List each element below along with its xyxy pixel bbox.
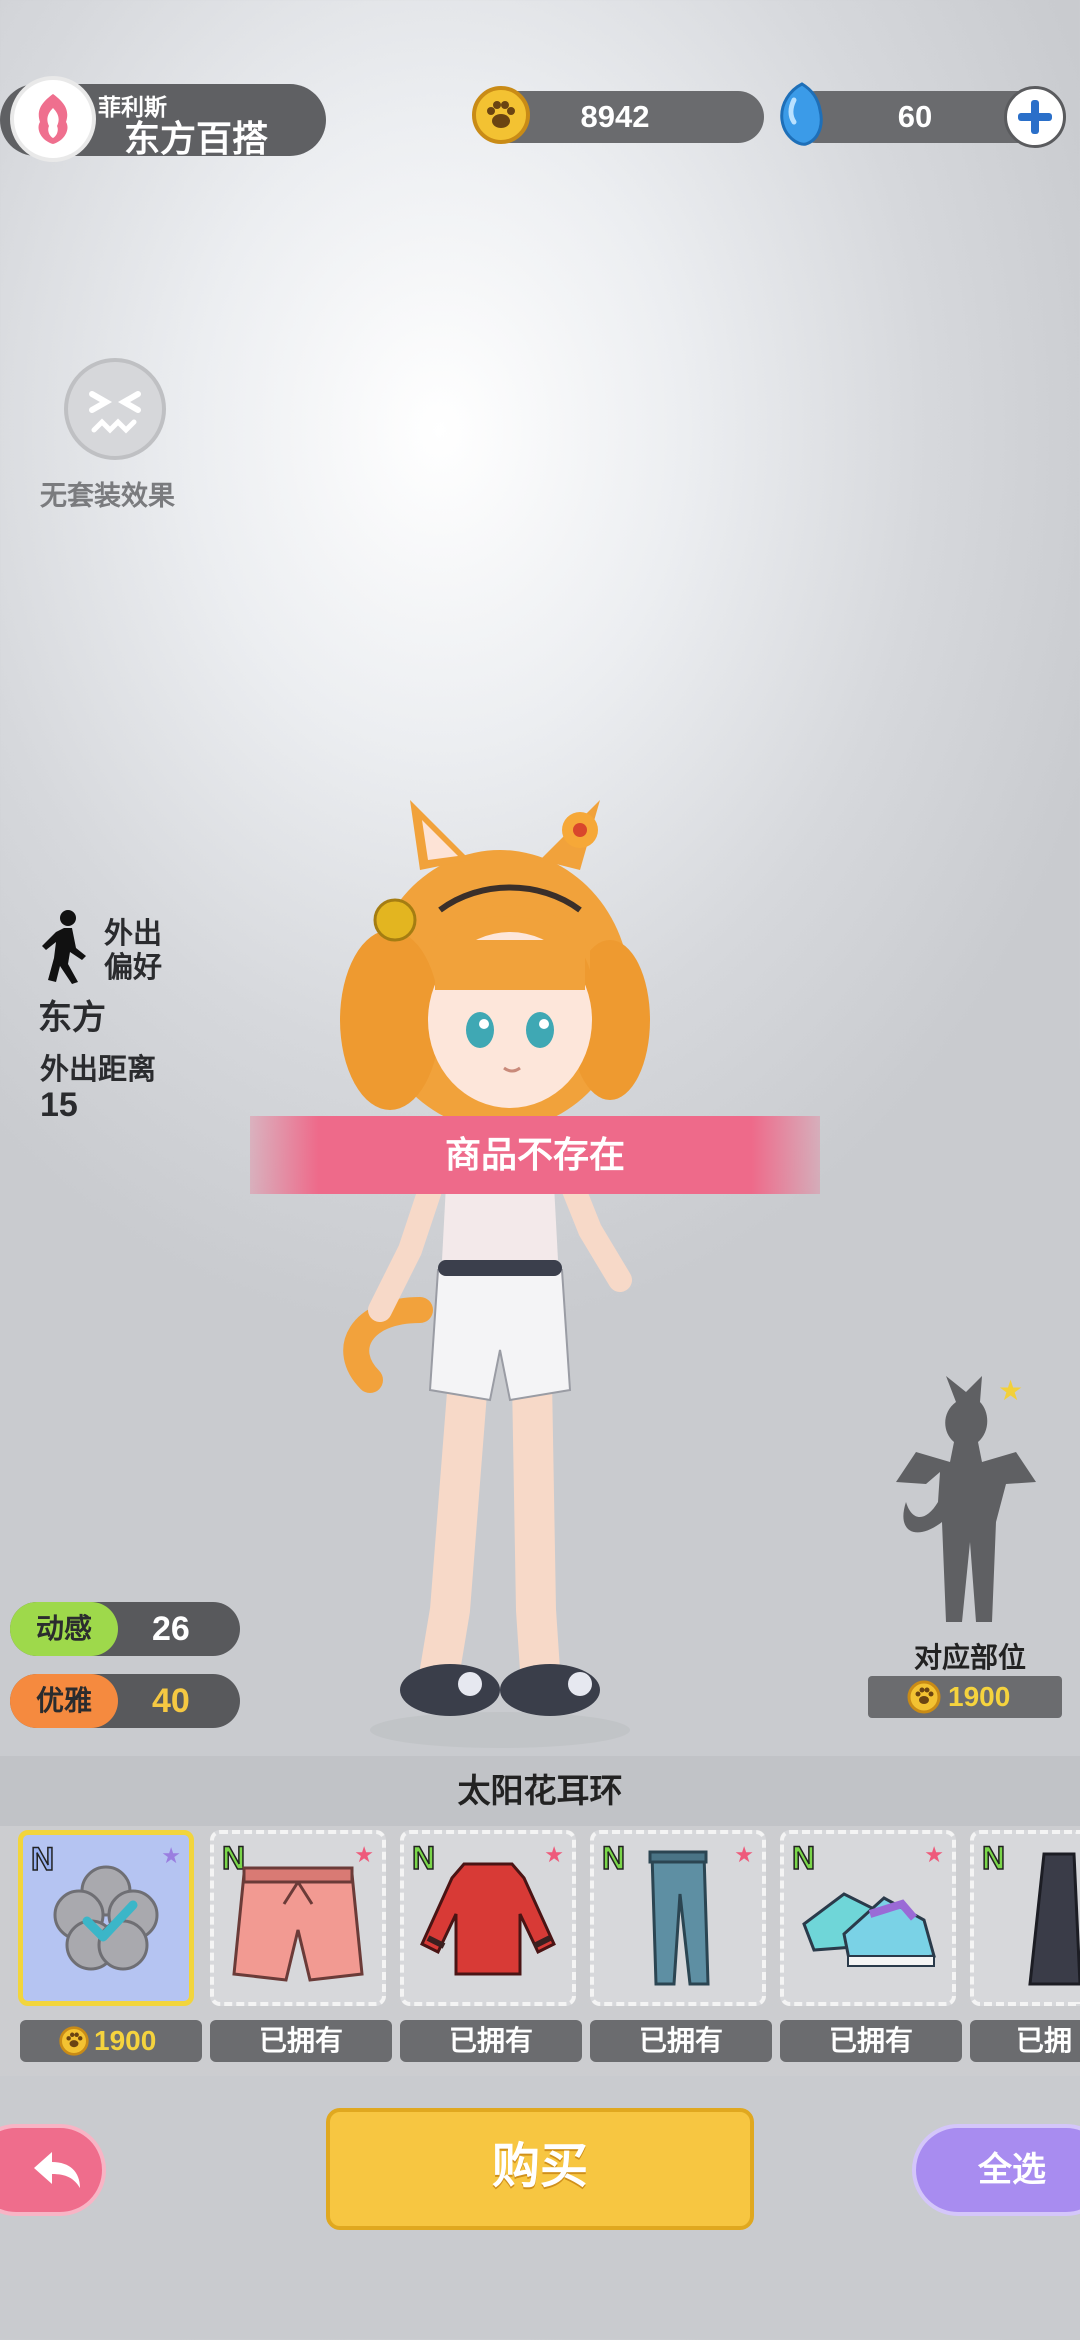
back-arrow-icon [34,2152,80,2188]
set-effect-label: 无套装效果 [40,481,175,511]
item-card-sneakers[interactable]: N ★ [780,1830,956,2006]
jeans-icon [648,1850,710,1986]
sneakers-icon [802,1892,936,1967]
item-price: 1900 [94,2025,157,2056]
outing-distance-value: 15 [40,1086,78,1124]
back-button[interactable] [0,2124,106,2216]
shop-avatar[interactable] [10,76,96,162]
character-model[interactable] [300,790,700,1750]
error-toast: 商品不存在 [250,1116,820,1194]
body-part-label: 对应部位 [914,1642,1027,1673]
owned-tag: 已拥 [970,2020,1080,2062]
item-price-tag: 1900 [20,2020,202,2062]
item-card-sweater[interactable]: N ★ [400,1830,576,2006]
walking-person-icon [38,908,94,991]
cat-silhouette-icon[interactable]: ★ [886,1372,1046,1632]
outing-pref-label-2: 偏好 [104,952,163,984]
item-card-dress[interactable]: N [970,1830,1080,2006]
blue-gem-icon [772,80,832,155]
select-all-button[interactable]: 全选 [912,2124,1080,2216]
flower-earring-icon [53,1865,159,1971]
add-gems-button[interactable] [1004,86,1066,148]
gem-value: 60 [897,99,933,134]
owned-tag: 已拥有 [590,2020,772,2062]
owned-tag: 已拥有 [400,2020,582,2062]
stat-value-elegance: 40 [152,1682,190,1720]
selected-item-name: 太阳花耳环 [0,1756,1080,1826]
owned-tag: 已拥有 [210,2020,392,2062]
pink-shorts-icon [232,1866,364,1982]
item-card-jeans[interactable]: N ★ [590,1830,766,2006]
outing-distance-label: 外出距离 [40,1054,157,1086]
dark-dress-icon [1028,1852,1080,1986]
item-card-shorts[interactable]: N ★ [210,1830,386,2006]
stat-name-dynamic: 动感 [10,1602,118,1656]
shop-name: 东方百搭 [124,118,269,159]
item-card-earring[interactable]: N ★ [18,1830,194,2006]
buy-button[interactable]: 购买 [326,2108,754,2230]
body-part-price: 1900 [948,1681,1011,1712]
paw-coin-icon [59,2026,89,2056]
stat-name-elegance: 优雅 [10,1674,118,1728]
owned-tag: 已拥有 [780,2020,962,2062]
paw-coin-icon [907,1680,941,1714]
outing-direction: 东方 [38,999,106,1037]
red-sweater-icon [420,1862,556,1976]
paw-coin-icon [470,84,532,151]
plus-icon [1018,100,1052,134]
shop-logo-icon [23,89,83,149]
svg-text:★: ★ [998,1374,1023,1407]
paw-coin-value: 8942 [580,99,650,134]
stat-value-dynamic: 26 [152,1610,190,1648]
body-part-price-tag: 1900 [868,1676,1062,1718]
no-set-effect-icon[interactable] [62,356,168,467]
